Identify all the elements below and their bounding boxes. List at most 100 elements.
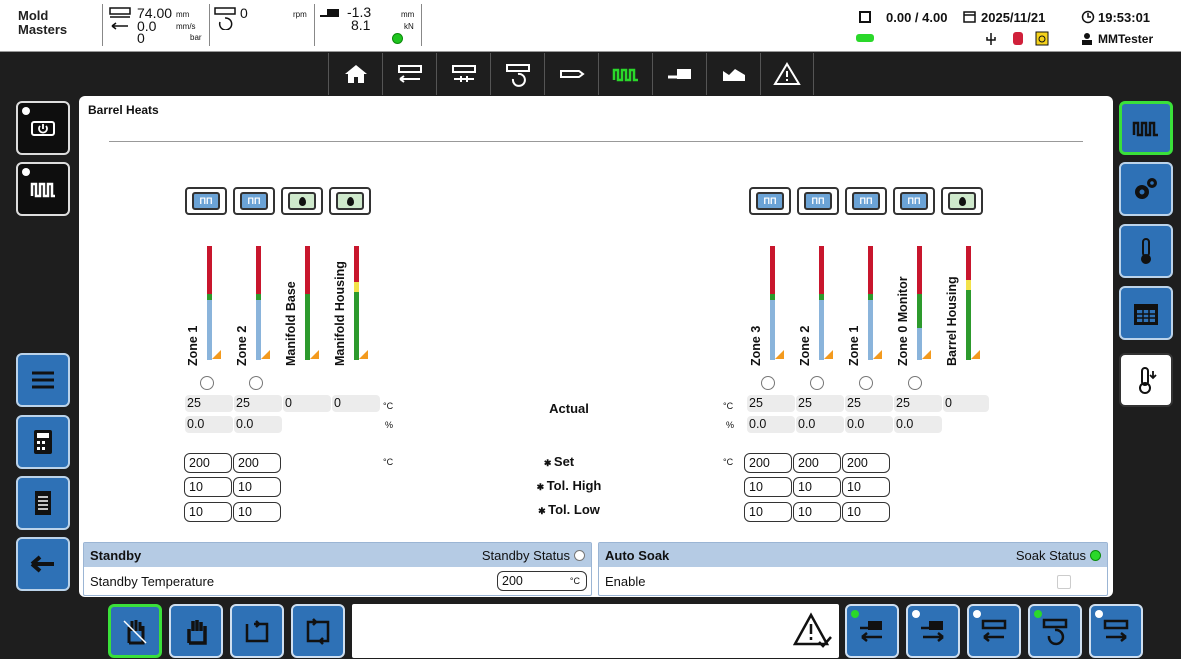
mold-masters-logo: Mold Masters [18,8,68,37]
camera-icon [1035,31,1049,46]
alarm-icon [773,62,801,85]
actual-temp: 25 [747,395,795,412]
zone-column: Manifold Base [280,246,319,366]
plasticize-icon [505,64,530,87]
power-icon [31,121,55,136]
actual-temp: 25 [185,395,233,412]
zone-status-indicator [810,376,824,390]
zone-2-heater-icon[interactable]: ΠΠ [233,187,275,215]
nav-hold[interactable] [436,53,490,95]
barrel-heats-icon [612,68,638,82]
setpoint-marker [775,350,784,359]
tol-low-input[interactable]: 10 [793,502,841,522]
plasticize-button[interactable] [1028,604,1082,658]
actual-temp: 0 [943,395,989,412]
nav-plasticize[interactable] [490,53,544,95]
tol-high-input[interactable]: 10 [842,477,890,497]
injection-pressure: 0 [137,30,145,46]
nav-mold[interactable] [706,53,760,95]
semi-auto-button[interactable] [230,604,284,658]
actual-temp: 0 [332,395,380,412]
cycle-icon [859,11,871,23]
tol-high-input[interactable]: 10 [184,477,232,497]
calendar-icon [963,11,976,23]
auto-cycle-icon [306,618,330,645]
nav-home[interactable] [328,53,382,95]
actual-temp: 25 [894,395,942,412]
tol-high-input[interactable]: 10 [793,477,841,497]
clamp-force: 8.1 [351,17,371,33]
page-title: Barrel Heats [88,103,159,117]
auto-soak-title: Auto Soak [605,547,670,563]
clamp-close-button[interactable] [845,604,899,658]
zone-0-monitor-heater-icon[interactable]: ΠΠ [893,187,935,215]
actual-temp: 0 [283,395,331,412]
machine-power-button[interactable] [16,101,70,155]
screw-rpm: 0 [240,5,248,21]
setpoint-input[interactable]: 200 [233,453,281,473]
clamp-close-icon [860,621,882,642]
zone-1-heater-icon[interactable]: ΠΠ [185,187,227,215]
alarm-message-area[interactable] [352,604,839,658]
divider [109,141,1083,142]
tol-low-input[interactable]: 10 [842,502,890,522]
manifold-housing-water-icon[interactable] [329,187,371,215]
setpoint-marker [359,350,368,359]
zone-column: Zone 2 [231,246,270,366]
back-button[interactable] [16,537,70,591]
power-percent: 0.0 [796,416,844,433]
zone-column: Zone 0 Monitor [892,246,931,366]
standby-temperature-input[interactable]: 200 °C [497,571,587,591]
temperature-button[interactable] [1119,224,1173,278]
setpoint-input[interactable]: 200 [184,453,232,473]
thermometer-icon [1141,238,1151,264]
zone-2-heater-icon[interactable]: ΠΠ [797,187,839,215]
tol-low-input[interactable]: 10 [233,502,281,522]
zone-3-heater-icon[interactable]: ΠΠ [749,187,791,215]
soak-status: Soak Status [1016,548,1101,563]
nav-inject[interactable] [382,53,436,95]
inject-button[interactable] [967,604,1021,658]
document-icon [35,491,51,515]
manual-button[interactable] [169,604,223,658]
heat-zones-button[interactable] [1119,101,1173,155]
zone-1-heater-icon[interactable]: ΠΠ [845,187,887,215]
auto-cycle-button[interactable] [291,604,345,658]
schedule-button[interactable] [1119,286,1173,340]
setpoint-input[interactable]: 200 [793,453,841,473]
enable-checkbox[interactable] [1057,574,1071,589]
enable-label: Enable [605,574,646,589]
tol-low-label: ✱ Tol. Low [538,502,600,517]
clamp-icon [320,9,339,17]
arrow-left-icon [30,555,54,573]
calculator-button[interactable] [16,415,70,469]
nav-nozzle[interactable] [544,53,598,95]
nav-barrel-heats[interactable] [598,53,652,95]
report-button[interactable] [16,476,70,530]
tol-high-input[interactable]: 10 [744,477,792,497]
inject-icon [397,65,422,83]
heats-button[interactable] [16,162,70,216]
tol-low-input[interactable]: 10 [744,502,792,522]
setpoint-input[interactable]: 200 [744,453,792,473]
barrel-housing-water-icon[interactable] [941,187,983,215]
calendar-icon [1134,304,1158,325]
manual-mode-button[interactable] [108,604,162,658]
menu-button[interactable] [16,353,70,407]
actual-temp: 25 [845,395,893,412]
hand-stop-icon [123,620,147,645]
suck-back-button[interactable] [1089,604,1143,658]
manifold-base-water-icon[interactable] [281,187,323,215]
user-name[interactable]: MMTester [1098,32,1153,46]
tol-high-input[interactable]: 10 [233,477,281,497]
nav-alarms[interactable] [760,53,814,95]
setpoint-input[interactable]: 200 [842,453,890,473]
clamp-open-button[interactable] [906,604,960,658]
mold-icon [722,69,745,81]
temperature-override-button[interactable] [1119,353,1173,407]
settings-button[interactable] [1119,162,1173,216]
date-display: 2025/11/21 [981,10,1046,25]
user-icon [1082,33,1092,45]
nav-ejector[interactable] [652,53,706,95]
tol-low-input[interactable]: 10 [184,502,232,522]
